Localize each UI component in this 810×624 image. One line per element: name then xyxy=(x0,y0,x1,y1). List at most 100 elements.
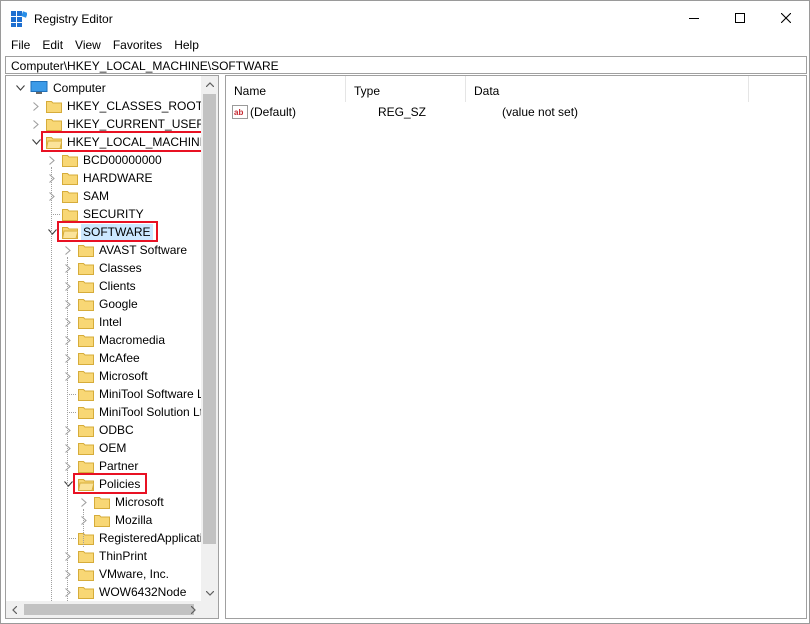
menu-file[interactable]: File xyxy=(5,35,36,55)
tree-node-minitool-solution-lt[interactable]: MiniTool Solution Lt xyxy=(78,403,202,421)
tree-node-partner[interactable]: Partner xyxy=(78,457,140,475)
chevron-right-icon[interactable] xyxy=(63,263,73,273)
folder-icon xyxy=(46,137,62,149)
value-name: (Default) xyxy=(250,105,297,119)
tree-node-label: Policies xyxy=(99,477,141,491)
chevron-right-icon[interactable] xyxy=(47,155,57,165)
tree-node-hkey-local-machine[interactable]: HKEY_LOCAL_MACHINE xyxy=(46,133,202,151)
column-header-data[interactable]: Data xyxy=(466,76,749,102)
tree-guide-line xyxy=(67,538,76,539)
chevron-right-icon[interactable] xyxy=(63,443,73,453)
tree-node-minitool-software-li[interactable]: MiniTool Software Li xyxy=(78,385,202,403)
chevron-right-icon[interactable] xyxy=(63,371,73,381)
chevron-right-icon[interactable] xyxy=(63,587,73,597)
folder-icon xyxy=(78,335,94,347)
tree-node-macromedia[interactable]: Macromedia xyxy=(78,331,167,349)
chevron-right-icon[interactable] xyxy=(31,101,41,111)
menu-view[interactable]: View xyxy=(69,35,107,55)
chevron-right-icon[interactable] xyxy=(63,335,73,345)
maximize-button[interactable] xyxy=(717,1,763,35)
tree-node-sam[interactable]: SAM xyxy=(62,187,111,205)
chevron-right-icon[interactable] xyxy=(79,497,89,507)
chevron-right-icon[interactable] xyxy=(63,245,73,255)
menu-edit[interactable]: Edit xyxy=(36,35,69,55)
chevron-down-icon[interactable] xyxy=(31,137,41,147)
tree-node-intel[interactable]: Intel xyxy=(78,313,124,331)
scroll-right-arrow-icon[interactable] xyxy=(185,601,202,618)
value-row[interactable]: ab (Default) REG_SZ (value not set) xyxy=(226,103,806,121)
tree-node-wow6432node[interactable]: WOW6432Node xyxy=(78,583,188,601)
chevron-right-icon[interactable] xyxy=(63,551,73,561)
tree-node-computer[interactable]: Computer xyxy=(30,79,108,97)
tree-horizontal-scrollbar[interactable] xyxy=(6,601,202,618)
tree-node-label: HKEY_LOCAL_MACHINE xyxy=(67,135,202,149)
chevron-right-icon[interactable] xyxy=(63,425,73,435)
column-header-name[interactable]: Name xyxy=(226,76,346,102)
tree-node-microsoft[interactable]: Microsoft xyxy=(78,367,150,385)
tree-node-classes[interactable]: Classes xyxy=(78,259,144,277)
close-button[interactable] xyxy=(763,1,809,35)
tree-node-label: SAM xyxy=(83,189,110,203)
tree-node-label: BCD00000000 xyxy=(83,153,162,167)
tree-node-hardware[interactable]: HARDWARE xyxy=(62,169,155,187)
tree-node-policies[interactable]: Policies xyxy=(78,475,142,493)
tree-guide-line xyxy=(83,509,84,547)
chevron-right-icon[interactable] xyxy=(63,317,73,327)
menu-favorites[interactable]: Favorites xyxy=(107,35,168,55)
chevron-right-icon[interactable] xyxy=(63,569,73,579)
tree-node-hkey-current-user[interactable]: HKEY_CURRENT_USER xyxy=(46,115,202,133)
tree-node-odbc[interactable]: ODBC xyxy=(78,421,136,439)
address-bar[interactable]: Computer\HKEY_LOCAL_MACHINE\SOFTWARE xyxy=(5,56,807,74)
folder-icon xyxy=(78,587,94,599)
tree-node-hkey-classes-root[interactable]: HKEY_CLASSES_ROOT xyxy=(46,97,202,115)
chevron-right-icon[interactable] xyxy=(63,461,73,471)
tree-node-label: RegisteredApplicatic xyxy=(99,531,202,545)
chevron-right-icon[interactable] xyxy=(31,119,41,129)
tree-guide-line xyxy=(51,214,60,215)
tree-node-mozilla[interactable]: Mozilla xyxy=(94,511,154,529)
title-bar[interactable]: Registry Editor xyxy=(1,1,809,35)
registry-editor-window: Registry Editor File Edit View Favorites… xyxy=(0,0,810,624)
chevron-down-icon[interactable] xyxy=(15,83,25,93)
tree-node-software[interactable]: SOFTWARE xyxy=(62,223,153,241)
tree-node-google[interactable]: Google xyxy=(78,295,140,313)
tree-vertical-scroll-thumb[interactable] xyxy=(203,94,216,544)
tree-horizontal-scroll-thumb[interactable] xyxy=(24,604,194,615)
chevron-right-icon[interactable] xyxy=(63,353,73,363)
scroll-down-arrow-icon[interactable] xyxy=(201,585,218,602)
tree-node-avast-software[interactable]: AVAST Software xyxy=(78,241,189,259)
chevron-down-icon[interactable] xyxy=(63,479,73,489)
scroll-left-arrow-icon[interactable] xyxy=(6,601,23,618)
svg-text:ab: ab xyxy=(234,108,243,117)
scroll-up-arrow-icon[interactable] xyxy=(201,76,218,93)
chevron-right-icon[interactable] xyxy=(47,191,57,201)
chevron-right-icon[interactable] xyxy=(63,299,73,309)
tree-guide-line xyxy=(67,257,68,601)
tree-node-mcafee[interactable]: McAfee xyxy=(78,349,142,367)
folder-icon xyxy=(62,191,78,203)
tree-vertical-scrollbar[interactable] xyxy=(201,76,218,602)
tree-node-clients[interactable]: Clients xyxy=(78,277,138,295)
minimize-button[interactable] xyxy=(671,1,717,35)
tree-node-microsoft[interactable]: Microsoft xyxy=(94,493,166,511)
tree-node-label: HKEY_CURRENT_USER xyxy=(67,117,202,131)
folder-icon xyxy=(78,263,94,275)
key-tree-pane: Computer HKEY_CLASSES_ROOT HKEY_CURRENT_US… xyxy=(5,75,219,619)
chevron-right-icon[interactable] xyxy=(47,173,57,183)
tree-node-bcd00000000[interactable]: BCD00000000 xyxy=(62,151,164,169)
tree-node-oem[interactable]: OEM xyxy=(78,439,128,457)
chevron-right-icon[interactable] xyxy=(63,281,73,291)
tree-node-thinprint[interactable]: ThinPrint xyxy=(78,547,149,565)
tree-guide-line xyxy=(67,412,76,413)
folder-icon xyxy=(78,461,94,473)
tree-node-label: Google xyxy=(99,297,138,311)
tree-node-label: WOW6432Node xyxy=(99,585,187,599)
computer-icon xyxy=(30,81,48,94)
tree-node-registeredapplicatic[interactable]: RegisteredApplicatic xyxy=(78,529,202,547)
column-header-type[interactable]: Type xyxy=(346,76,466,102)
tree-node-security[interactable]: SECURITY xyxy=(62,205,146,223)
chevron-right-icon[interactable] xyxy=(79,515,89,525)
menu-help[interactable]: Help xyxy=(168,35,205,55)
chevron-down-icon[interactable] xyxy=(47,227,57,237)
tree-node-vmware-inc[interactable]: VMware, Inc. xyxy=(78,565,171,583)
